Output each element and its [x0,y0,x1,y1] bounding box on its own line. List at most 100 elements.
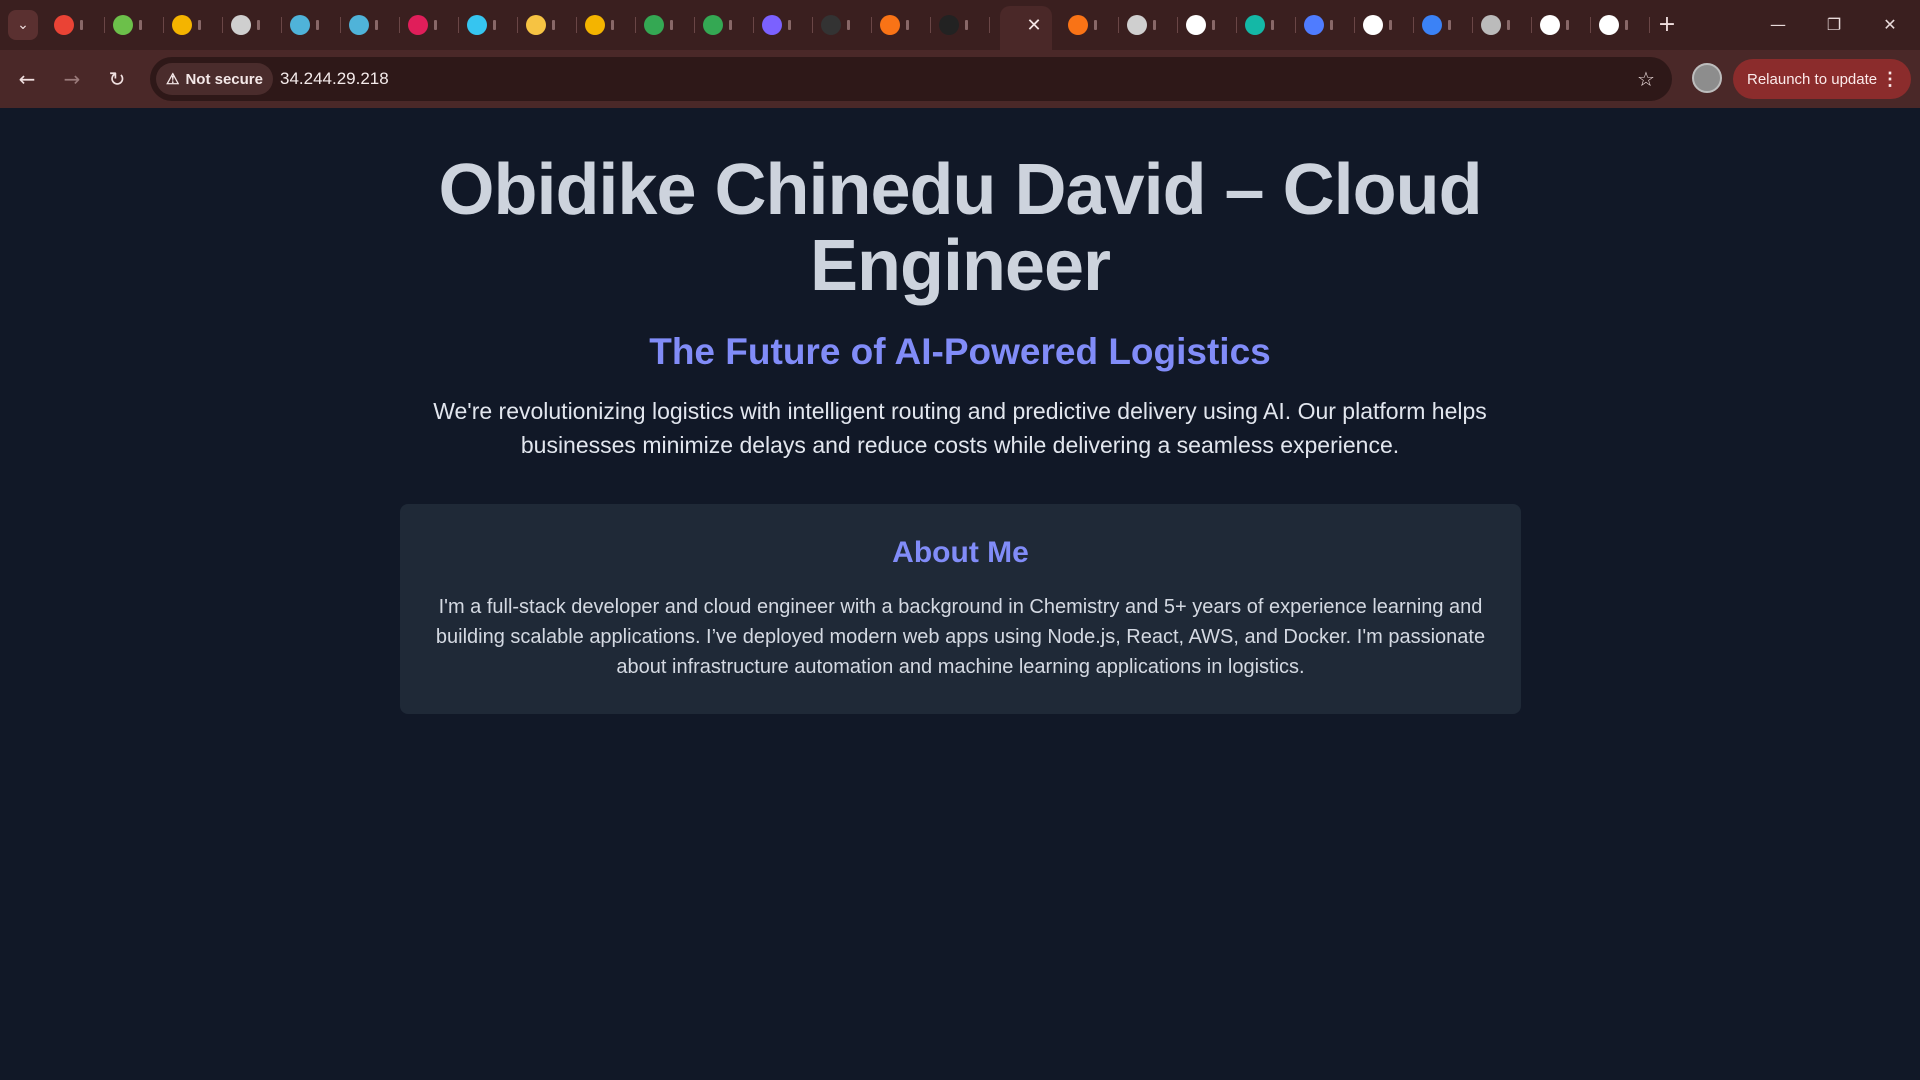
blue-swirl-icon [1422,15,1442,35]
kebab-menu-icon[interactable]: ⋮ [1881,59,1899,99]
dark-circle-icon [939,15,959,35]
github-icon [1186,15,1206,35]
forward-button[interactable]: → [56,63,88,95]
active-tab[interactable]: ✕ [1000,6,1052,50]
bookmark-star-icon[interactable]: ☆ [1632,65,1660,93]
star-app-icon [172,15,192,35]
back-button[interactable]: ← [11,63,43,95]
tab-audio-indicator-icon [1448,20,1451,30]
tab-audio-indicator-icon [611,20,614,30]
drive-icon [644,15,664,35]
orange-square-icon [1068,15,1088,35]
browser-tab[interactable] [223,8,282,42]
tab-audio-indicator-icon [1566,20,1569,30]
browser-tab[interactable] [282,8,341,42]
tab-audio-indicator-icon [80,20,83,30]
intro-paragraph: We're revolutionizing logistics with int… [433,398,1487,458]
tab-audio-indicator-icon [375,20,378,30]
tab-audio-indicator-icon [316,20,319,30]
close-window-button[interactable]: ✕ [1862,0,1918,50]
browser-tab[interactable] [518,8,577,42]
tab-audio-indicator-icon [1389,20,1392,30]
browser-tab[interactable] [1532,8,1591,42]
browser-tab[interactable] [1473,8,1532,42]
browser-tab[interactable] [1414,8,1473,42]
browser-tab[interactable] [1296,8,1355,42]
browser-tab[interactable] [872,8,931,42]
tab-audio-indicator-icon [847,20,850,30]
reload-button[interactable]: ↻ [101,63,133,95]
dark-app-icon [821,15,841,35]
slack-icon [467,15,487,35]
browser-tab[interactable] [400,8,459,42]
github-icon [1540,15,1560,35]
relaunch-label: Relaunch to update [1747,70,1878,88]
about-me-card: About Me I'm a full-stack developer and … [400,504,1521,714]
tab-separator [1649,17,1650,33]
restore-button[interactable]: ❐ [1806,0,1862,50]
tab-audio-indicator-icon [788,20,791,30]
profile-avatar[interactable] [1692,63,1722,93]
tab-audio-indicator-icon [198,20,201,30]
slides-icon [585,15,605,35]
browser-tab[interactable] [459,8,518,42]
tab-separator [989,17,990,33]
browser-tab[interactable] [1060,8,1119,42]
url-text[interactable]: 34.244.29.218 [280,57,389,101]
globe-icon [231,15,251,35]
gmail-icon [54,15,74,35]
wikipedia-icon [1363,15,1383,35]
teal-diamond-icon [1245,15,1265,35]
page-subtitle: The Future of AI-Powered Logistics [649,331,1271,372]
openai-icon [1599,15,1619,35]
page-content: Obidike Chinedu David – Cloud Engineer T… [0,108,1920,1080]
browser-tab[interactable] [105,8,164,42]
tab-audio-indicator-icon [139,20,142,30]
about-me-heading: About Me [892,536,1029,569]
warning-icon: ⚠ [166,71,180,88]
tab-search-button[interactable]: ⌄ [8,10,38,40]
browser-tab[interactable] [1237,8,1296,42]
tab-audio-indicator-icon [965,20,968,30]
browser-tab[interactable] [695,8,754,42]
tab-audio-indicator-icon [1507,20,1510,30]
browser-tab[interactable] [636,8,695,42]
address-bar[interactable]: ⚠ Not secure 34.244.29.218 ☆ [150,57,1672,101]
tab-audio-indicator-icon [1625,20,1628,30]
tab-audio-indicator-icon [257,20,260,30]
tab-audio-indicator-icon [434,20,437,30]
about-me-text: I'm a full-stack developer and cloud eng… [435,596,1486,678]
browser-tab[interactable] [754,8,813,42]
globe-icon [1127,15,1147,35]
browser-tab[interactable] [164,8,223,42]
minimize-button[interactable]: — [1750,0,1806,50]
new-tab-button[interactable]: + [1652,10,1682,40]
google-chat-icon [290,15,310,35]
tab-audio-indicator-icon [1212,20,1215,30]
page-title: Obidike Chinedu David – Cloud Engineer [438,150,1482,306]
browser-tab[interactable] [1591,8,1650,42]
tab-audio-indicator-icon [493,20,496,30]
security-indicator[interactable]: ⚠ Not secure [156,63,273,95]
cloud-icon [1481,15,1501,35]
browser-tab[interactable] [1178,8,1237,42]
browser-tab[interactable] [577,8,636,42]
browser-tab[interactable] [46,8,105,42]
browser-tab[interactable] [931,8,990,42]
browser-tab[interactable] [341,8,400,42]
google-chat-icon [349,15,369,35]
browser-toolbar: ← → ↻ ⚠ Not secure 34.244.29.218 ☆ Relau… [0,50,1920,108]
browser-tab[interactable] [1119,8,1178,42]
grid-apps-icon [1304,15,1324,35]
tab-audio-indicator-icon [729,20,732,30]
tab-audio-indicator-icon [1271,20,1274,30]
relaunch-to-update-button[interactable]: Relaunch to update ⋮ [1733,59,1911,99]
tab-audio-indicator-icon [1330,20,1333,30]
browser-tab[interactable] [813,8,872,42]
chevron-down-icon: ⌄ [17,17,29,33]
tab-audio-indicator-icon [670,20,673,30]
browser-tab[interactable] [1355,8,1414,42]
tab-audio-indicator-icon [906,20,909,30]
close-tab-icon[interactable]: ✕ [1022,14,1046,38]
tab-strip: ⌄ ✕ + — ❐ ✕ [0,0,1920,50]
